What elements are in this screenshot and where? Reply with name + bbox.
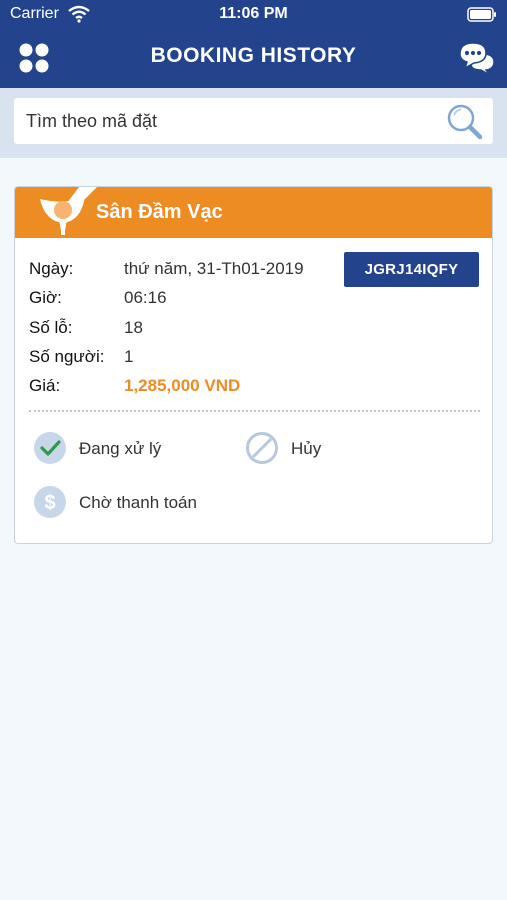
cancel-circle-icon	[246, 432, 278, 464]
status-cancel-label: Hủy	[291, 439, 322, 458]
time-value: 06:16	[124, 288, 167, 307]
status-processing-label: Đang xử lý	[79, 439, 162, 458]
holes-label: Số lỗ:	[29, 318, 73, 337]
clock: 11:06 PM	[219, 5, 288, 22]
dollar-circle-icon: $	[34, 486, 66, 518]
status-cancel[interactable]: Hủy	[245, 431, 355, 467]
status-awaiting-payment-label: Chờ thanh toán	[79, 493, 197, 512]
search-bar	[0, 88, 507, 158]
booking-code-button[interactable]: JGRJ14IQFY	[344, 252, 479, 287]
date-label: Ngày:	[29, 259, 74, 278]
battery-icon	[467, 7, 496, 22]
divider	[29, 410, 480, 412]
course-name: Sân Đầm Vạc	[96, 201, 223, 223]
golf-tee-icon	[40, 187, 97, 235]
top-bar: Carrier 11:06 PM BOOKING HISTORY	[0, 0, 507, 88]
date-value: thứ năm, 31-Th01-2019	[124, 259, 304, 278]
booking-card-header: Sân Đầm Vạc	[15, 187, 492, 238]
svg-text:$: $	[44, 492, 55, 514]
status-awaiting-payment[interactable]: $ Chờ thanh toán	[33, 485, 223, 521]
search-input[interactable]	[14, 98, 434, 144]
chat-bubbles-icon[interactable]	[457, 40, 495, 76]
status-bar: Carrier 11:06 PM	[0, 0, 507, 30]
players-label: Số người:	[29, 347, 105, 366]
page-title: BOOKING HISTORY	[150, 44, 357, 67]
booking-card[interactable]: Sân Đầm Vạc JGRJ14IQFY Ngày: thứ năm, 31…	[14, 186, 493, 544]
time-label: Giờ:	[29, 288, 62, 307]
search-icon[interactable]	[445, 103, 483, 141]
check-circle-icon	[34, 432, 66, 464]
price-value: 1,285,000 VND	[124, 376, 241, 395]
status-processing[interactable]: Đang xử lý	[33, 431, 183, 467]
price-label: Giá:	[29, 376, 61, 395]
players-value: 1	[124, 347, 134, 366]
holes-value: 18	[124, 318, 143, 337]
search-box	[14, 98, 493, 144]
